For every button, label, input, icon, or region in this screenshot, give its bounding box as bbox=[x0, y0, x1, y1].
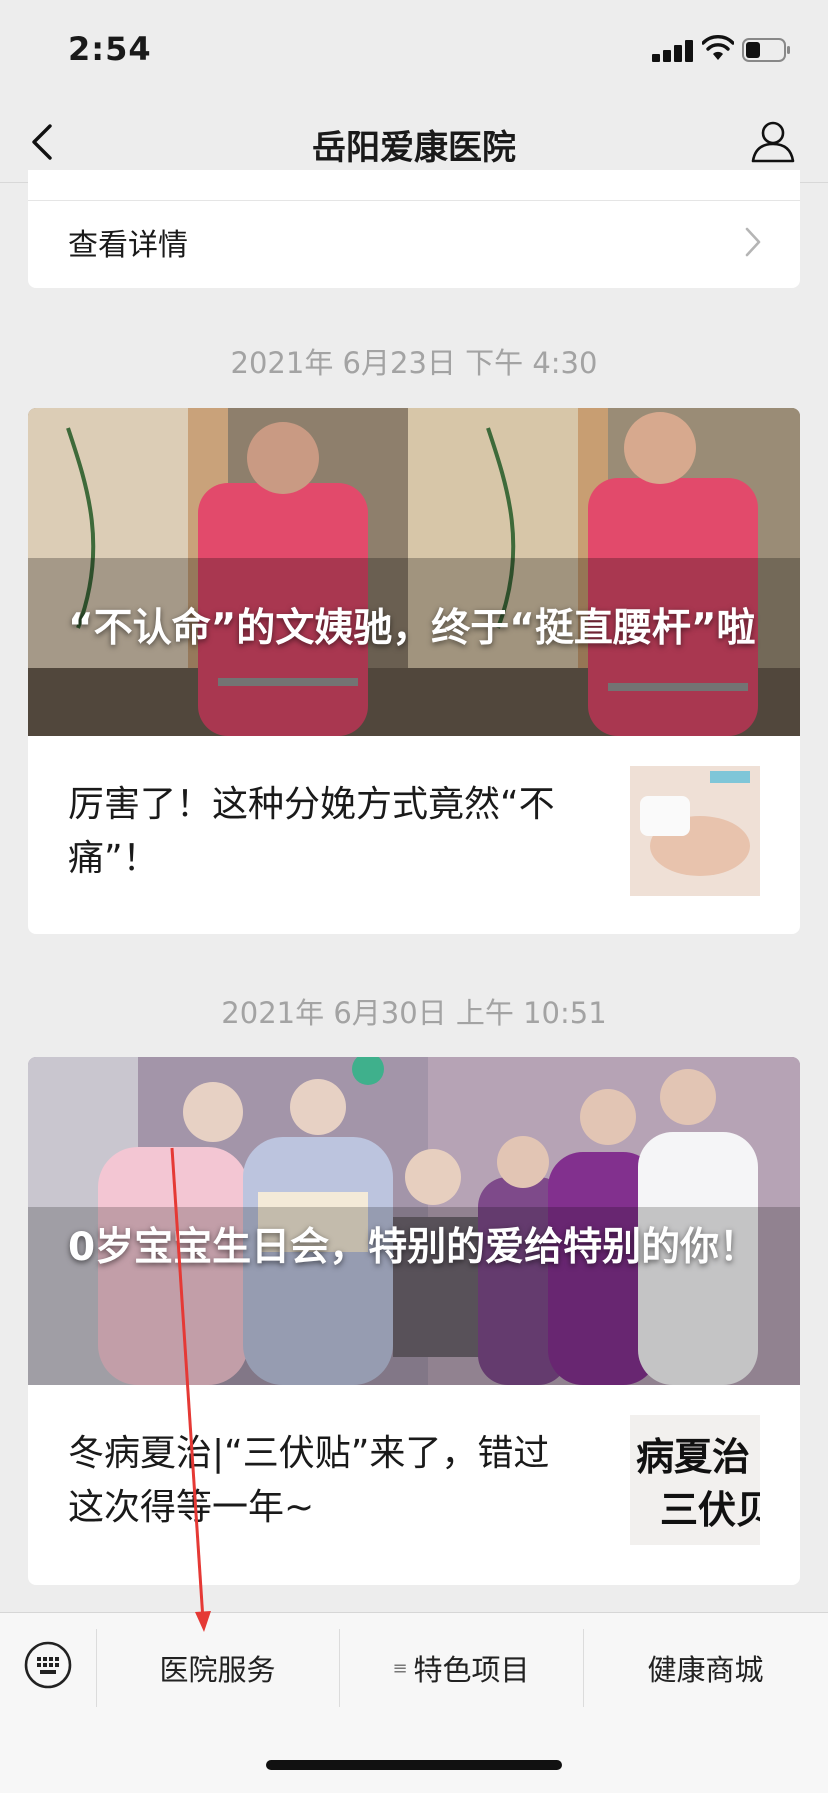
menu-item-label: 特色项目 bbox=[413, 1653, 530, 1687]
article-title: 厉害了！这种分娩方式竟然“不痛”！ bbox=[68, 784, 555, 879]
article-hero-title: 0岁宝宝生日会，特别的爱给特别的你！ bbox=[68, 1225, 759, 1270]
article-thumbnail bbox=[630, 766, 760, 896]
thumbnail-text-line2: 三伏贝 bbox=[660, 1487, 760, 1532]
keyboard-icon[interactable] bbox=[24, 1641, 72, 1689]
page-title: 岳阳爱康医院 bbox=[312, 128, 516, 168]
menu-item-health-mall[interactable]: 健康商城 bbox=[583, 1629, 828, 1707]
home-indicator bbox=[266, 1760, 562, 1770]
status-time: 2:54 bbox=[68, 30, 152, 68]
battery-icon bbox=[742, 38, 790, 62]
submenu-icon: ≡ bbox=[392, 1657, 408, 1679]
article-hero[interactable]: “不认命”的文姨驰，终于“挺直腰杆”啦 bbox=[28, 408, 800, 736]
view-details-label: 查看详情 bbox=[68, 228, 188, 263]
divider bbox=[28, 200, 800, 201]
chevron-right-icon bbox=[745, 227, 761, 257]
article-list-item[interactable]: 冬病夏治|“三伏贴”来了，错过这次得等一年~ 病夏治 三伏贝 bbox=[28, 1385, 800, 1585]
status-bar: 2:54 bbox=[0, 0, 828, 100]
menu-item-label: 医院服务 bbox=[159, 1653, 276, 1687]
message-timestamp: 2021年 6月30日 上午 10:51 bbox=[221, 996, 607, 1030]
menu-item-hospital-services[interactable]: 医院服务 bbox=[96, 1629, 339, 1707]
view-details-card[interactable]: 查看详情 bbox=[28, 170, 800, 288]
profile-icon[interactable] bbox=[750, 118, 796, 164]
wifi-icon bbox=[702, 35, 734, 60]
article-list-item[interactable]: 厉害了！这种分娩方式竟然“不痛”！ bbox=[28, 736, 800, 934]
menu-item-featured-projects[interactable]: ≡ 特色项目 bbox=[339, 1629, 583, 1707]
article-card: 0岁宝宝生日会，特别的爱给特别的你！ 冬病夏治|“三伏贴”来了，错过这次得等一年… bbox=[28, 1057, 800, 1585]
menu-item-label: 健康商城 bbox=[647, 1653, 764, 1687]
article-thumbnail: 病夏治 三伏贝 bbox=[630, 1415, 760, 1545]
hero-image bbox=[28, 408, 800, 736]
message-timestamp: 2021年 6月23日 下午 4:30 bbox=[230, 346, 598, 380]
article-title: 冬病夏治|“三伏贴”来了，错过这次得等一年~ bbox=[68, 1433, 550, 1528]
cellular-signal-icon bbox=[652, 38, 694, 62]
status-icons bbox=[652, 34, 792, 64]
article-hero[interactable]: 0岁宝宝生日会，特别的爱给特别的你！ bbox=[28, 1057, 800, 1385]
article-card: “不认命”的文姨驰，终于“挺直腰杆”啦 厉害了！这种分娩方式竟然“不痛”！ bbox=[28, 408, 800, 934]
article-hero-title: “不认命”的文姨驰，终于“挺直腰杆”啦 bbox=[68, 606, 756, 651]
thumbnail-text-line1: 病夏治 bbox=[636, 1434, 750, 1479]
